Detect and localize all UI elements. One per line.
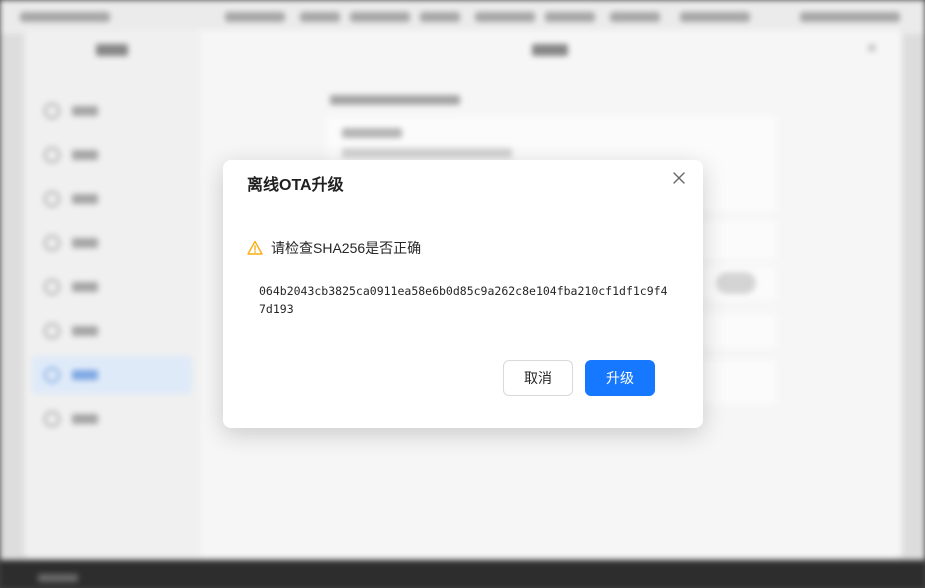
warning-message: 请检查SHA256是否正确	[247, 238, 421, 258]
cancel-button[interactable]: 取消	[503, 360, 573, 396]
upgrade-button[interactable]: 升级	[585, 360, 655, 396]
dialog-title: 离线OTA升级	[247, 177, 344, 194]
app-screen: ✕ 离线OTA升级 请检查SHA256是否正确 064b2043cb3825ca…	[0, 0, 925, 588]
warning-icon	[247, 240, 263, 256]
offline-ota-upgrade-dialog: 离线OTA升级 请检查SHA256是否正确 064b2043cb3825ca09…	[223, 160, 703, 428]
warning-text: 请检查SHA256是否正确	[271, 240, 422, 256]
close-icon[interactable]	[669, 168, 689, 188]
sha256-hash-value: 064b2043cb3825ca0911ea58e6b0d85c9a262c8e…	[259, 284, 668, 316]
